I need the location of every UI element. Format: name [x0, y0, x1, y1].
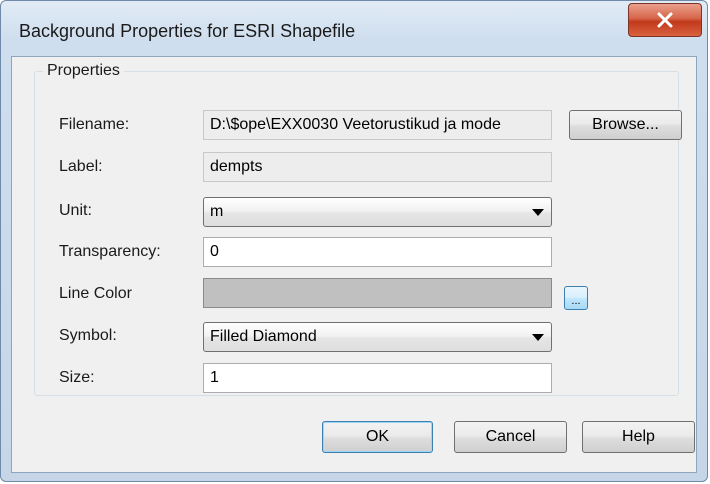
cancel-button[interactable]: Cancel — [454, 421, 567, 453]
unit-select-value: m — [210, 203, 224, 220]
unit-select[interactable]: m — [203, 197, 552, 227]
line-color-label: Line Color — [59, 285, 132, 302]
chevron-down-icon — [532, 334, 544, 341]
line-color-swatch[interactable] — [203, 278, 552, 308]
label-label: Label: — [59, 158, 103, 175]
unit-label: Unit: — [59, 202, 92, 219]
color-picker-button[interactable]: ... — [564, 286, 588, 310]
properties-group-label: Properties — [43, 62, 124, 80]
size-label: Size: — [59, 369, 95, 386]
label-field[interactable]: dempts — [203, 152, 552, 182]
symbol-select-value: Filled Diamond — [210, 328, 317, 345]
transparency-input[interactable]: 0 — [203, 237, 552, 267]
dialog-client-area: Properties Filename: D:\$ope\EXX0030 Vee… — [11, 56, 697, 473]
browse-button[interactable]: Browse... — [569, 110, 682, 140]
symbol-label: Symbol: — [59, 327, 117, 344]
filename-field[interactable]: D:\$ope\EXX0030 Veetorustikud ja mode — [203, 110, 552, 140]
size-input[interactable]: 1 — [203, 363, 552, 393]
ok-button[interactable]: OK — [322, 421, 433, 453]
help-button[interactable]: Help — [582, 421, 695, 453]
chevron-down-icon — [532, 209, 544, 216]
close-icon — [657, 12, 673, 28]
symbol-select[interactable]: Filled Diamond — [203, 322, 552, 352]
transparency-label: Transparency: — [59, 243, 161, 260]
dialog-window: Background Properties for ESRI Shapefile… — [0, 0, 708, 482]
close-button[interactable] — [628, 3, 702, 37]
filename-label: Filename: — [59, 116, 130, 133]
window-title: Background Properties for ESRI Shapefile — [19, 21, 356, 41]
